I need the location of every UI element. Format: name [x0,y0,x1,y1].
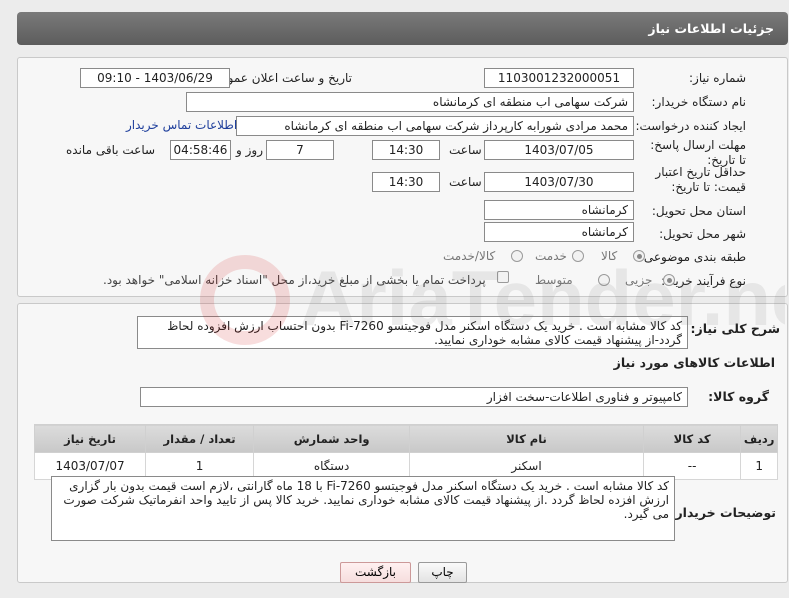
col-row-number: ردیف [740,424,778,453]
page-title: جزئیات اطلاعات نیاز [648,21,774,36]
process-option-minor: جزیی [625,273,653,287]
contact-buyer-link[interactable]: اطلاعات تماس خریدار [126,118,237,132]
creator-field: محمد مرادی شورابه کارپرداز شرکت سهامی اب… [236,116,634,136]
items-table: ردیف کد کالا نام کالا واحد شمارش تعداد /… [33,424,778,480]
treasury-checkbox[interactable] [497,271,509,283]
need-number-label: شماره نیاز: [689,71,746,85]
col-unit: واحد شمارش [253,424,411,453]
validity-date-field: 1403/07/30 [484,172,634,192]
process-option-medium: متوسط [535,273,573,287]
back-button[interactable]: بازگشت [340,562,411,583]
buyer-field: شرکت سهامی اب منطقه ای کرمانشاه [186,92,634,112]
table-header-row: ردیف کد کالا نام کالا واحد شمارش تعداد /… [33,424,778,453]
page-header: جزئیات اطلاعات نیاز [17,12,788,45]
buyer-notes-label: توضیحات خریدار: [670,505,776,520]
category-label: طبقه بندی موضوعی: [639,250,746,264]
remaining-label: ساعت باقی مانده [66,143,156,157]
announce-field: 1403/06/29 - 09:10 [80,68,230,88]
description-label: شرح کلی نیاز: [690,321,780,336]
items-table-wrap: ردیف کد کالا نام کالا واحد شمارش تعداد /… [33,424,778,480]
category-radio-goods[interactable] [633,250,645,262]
days-field: 7 [266,140,334,160]
goods-group-field: کامپیوتر و فناوری اطلاعات-سخت افزار [140,387,688,407]
remaining-time-field: 04:58:46 [170,140,231,160]
category-option-goods: کالا [601,249,618,263]
col-quantity: تعداد / مقدار [145,424,255,453]
goods-group-label: گروه کالا: [708,389,769,404]
deadline-label: مهلت ارسال پاسخ: تا تاریخ: [650,138,746,167]
validity-label: حداقل تاریخ اعتبار قیمت: تا تاریخ: [655,165,746,194]
payment-note: پرداخت تمام یا بخشی از مبلغ خرید،از محل … [103,273,486,287]
process-radio-medium[interactable] [598,274,610,286]
days-label: روز و [236,143,263,157]
category-radio-both[interactable] [511,250,523,262]
col-goods-code: کد کالا [642,424,742,453]
goods-section-title: اطلاعات کالاهای مورد نیاز [613,355,775,370]
validity-time-label: ساعت [449,175,482,189]
description-text: کد کالا مشابه است . خرید یک دستگاه اسکنر… [137,316,688,349]
process-radio-minor[interactable] [663,274,675,286]
category-radio-service[interactable] [572,250,584,262]
category-option-service: خدمت [535,249,567,263]
deadline-time-label: ساعت [449,143,482,157]
province-label: استان محل تحویل: [651,204,746,218]
need-number-field: 1103001232000051 [484,68,634,88]
creator-label: ایجاد کننده درخواست: [635,119,746,133]
city-field: کرمانشاه [484,222,634,242]
col-goods-name: نام کالا [409,424,644,453]
buyer-notes-text: کد کالا مشابه است . خرید یک دستگاه اسکنر… [51,476,675,541]
deadline-date-field: 1403/07/05 [484,140,634,160]
buyer-label: نام دستگاه خریدار: [651,95,747,109]
validity-time-field: 14:30 [372,172,440,192]
col-need-date: تاریخ نیاز [33,424,147,453]
print-button[interactable]: چاپ [418,562,467,583]
category-option-both: کالا/خدمت [443,249,496,263]
province-field: کرمانشاه [484,200,634,220]
cell-row-number: 1 [740,452,778,480]
deadline-time-field: 14:30 [372,140,440,160]
city-label: شهر محل تحویل: [659,227,746,241]
